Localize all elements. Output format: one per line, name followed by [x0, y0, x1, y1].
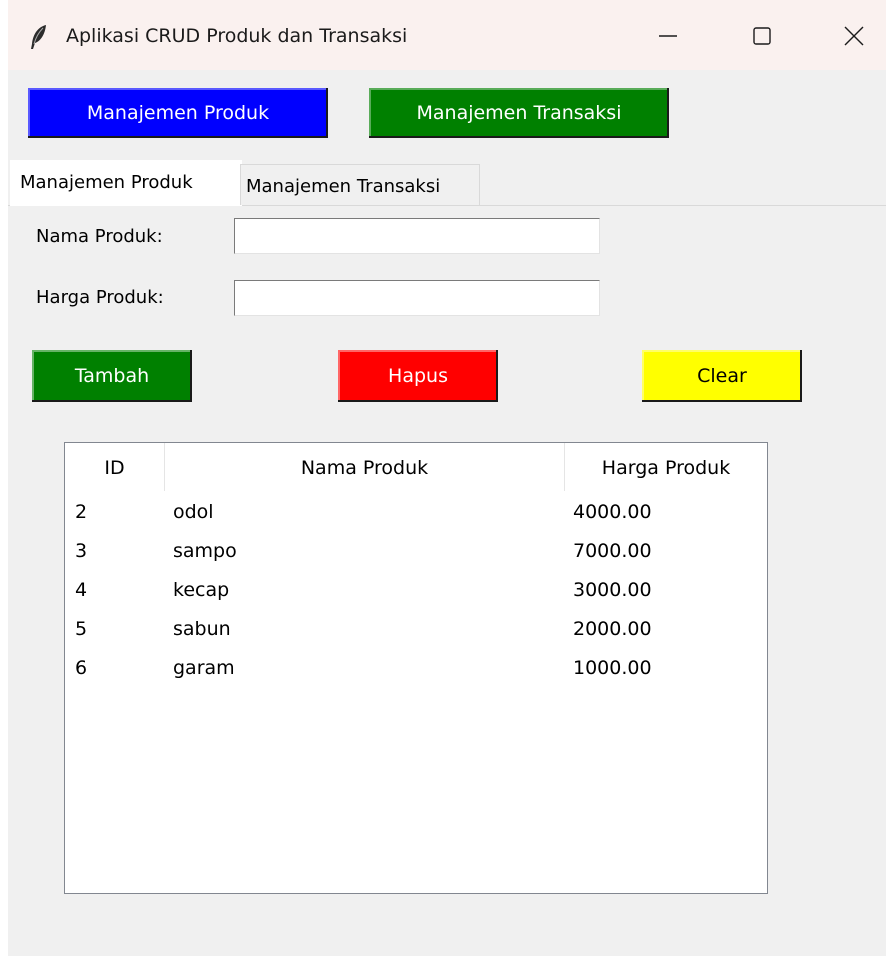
cell-id: 6	[75, 657, 88, 679]
nama-produk-input[interactable]	[234, 218, 600, 254]
harga-produk-label: Harga Produk:	[36, 287, 164, 308]
cell-nama-produk: garam	[173, 657, 235, 679]
tab-bar: Manajemen Produk Manajemen Transaksi	[8, 160, 886, 206]
cell-harga-produk: 3000.00	[573, 579, 652, 601]
app-window: Aplikasi CRUD Produk dan Transaksi Manaj…	[8, 0, 886, 956]
clear-button[interactable]: Clear	[642, 350, 802, 402]
cell-id: 2	[75, 501, 88, 523]
manajemen-transaksi-button[interactable]: Manajemen Transaksi	[369, 88, 669, 138]
table-row[interactable]: 6 garam 1000.00	[65, 649, 767, 688]
cell-id: 4	[75, 579, 88, 601]
close-button[interactable]	[834, 16, 874, 56]
close-icon	[844, 26, 864, 46]
nama-produk-label: Nama Produk:	[36, 226, 163, 247]
cell-harga-produk: 2000.00	[573, 618, 652, 640]
cell-harga-produk: 4000.00	[573, 501, 652, 523]
tab-manajemen-produk[interactable]: Manajemen Produk	[10, 160, 242, 206]
minimize-button[interactable]	[648, 16, 688, 56]
produk-table[interactable]: ID Nama Produk Harga Produk 2 odol 4000.…	[64, 442, 768, 894]
table-row[interactable]: 2 odol 4000.00	[65, 493, 767, 532]
hapus-button[interactable]: Hapus	[338, 350, 498, 402]
table-row[interactable]: 5 sabun 2000.00	[65, 610, 767, 649]
cell-nama-produk: sampo	[173, 540, 237, 562]
cell-harga-produk: 7000.00	[573, 540, 652, 562]
cell-nama-produk: kecap	[173, 579, 230, 601]
cell-id: 3	[75, 540, 88, 562]
column-header-id[interactable]: ID	[65, 443, 165, 491]
title-bar[interactable]: Aplikasi CRUD Produk dan Transaksi	[8, 0, 886, 70]
cell-nama-produk: sabun	[173, 618, 231, 640]
harga-produk-input[interactable]	[234, 280, 600, 316]
table-row[interactable]: 4 kecap 3000.00	[65, 571, 767, 610]
minimize-icon	[659, 35, 677, 37]
tab-manajemen-transaksi[interactable]: Manajemen Transaksi	[240, 164, 480, 205]
cell-harga-produk: 1000.00	[573, 657, 652, 679]
cell-nama-produk: odol	[173, 501, 214, 523]
feather-icon	[28, 24, 50, 50]
manajemen-produk-button[interactable]: Manajemen Produk	[28, 88, 328, 138]
cell-id: 5	[75, 618, 88, 640]
tambah-button[interactable]: Tambah	[32, 350, 192, 402]
window-title: Aplikasi CRUD Produk dan Transaksi	[66, 25, 408, 47]
maximize-icon	[753, 27, 771, 45]
maximize-button[interactable]	[742, 16, 782, 56]
table-row[interactable]: 3 sampo 7000.00	[65, 532, 767, 571]
table-header: ID Nama Produk Harga Produk	[65, 443, 767, 491]
column-header-harga-produk[interactable]: Harga Produk	[565, 443, 767, 491]
column-header-nama-produk[interactable]: Nama Produk	[165, 443, 565, 491]
